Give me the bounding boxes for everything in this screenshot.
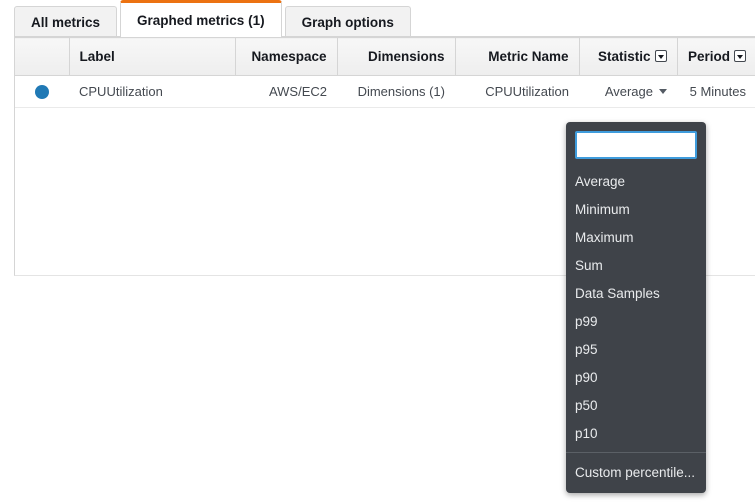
table-row[interactable]: CPUUtilization AWS/EC2 Dimensions (1) CP… [15,76,755,108]
tab-bar: All metrics Graphed metrics (1) Graph op… [0,0,755,37]
tab-graph-options[interactable]: Graph options [285,6,411,37]
column-header-label: Label [69,38,235,76]
dropdown-separator [566,452,706,453]
statistic-option-label: p90 [575,370,598,385]
cloudwatch-graphed-metrics-panel: All metrics Graphed metrics (1) Graph op… [0,0,755,503]
statistic-custom-percentile-option[interactable]: Custom percentile... [566,457,706,487]
statistic-custom-percentile-label: Custom percentile... [575,465,695,480]
tab-all-metrics[interactable]: All metrics [14,6,117,37]
statistic-option-label: p95 [575,342,598,357]
statistic-dropdown-menu: Average Minimum Maximum Sum Data Samples… [566,122,706,493]
statistic-option-p99[interactable]: p99 [566,307,706,335]
row-color-marker-cell[interactable] [15,76,69,108]
column-header-statistic[interactable]: Statistic [579,38,677,76]
statistic-option-label: p10 [575,426,598,441]
statistic-option-list: Average Minimum Maximum Sum Data Samples… [566,167,706,447]
column-header-statistic-text: Statistic [598,49,651,64]
column-header-namespace: Namespace [235,38,337,76]
column-header-namespace-text: Namespace [251,49,326,64]
statistic-option-average[interactable]: Average [566,167,706,195]
statistic-option-p95[interactable]: p95 [566,335,706,363]
column-header-metric-name: Metric Name [455,38,579,76]
column-header-dimensions: Dimensions [337,38,455,76]
statistic-search-input[interactable] [575,131,697,159]
tab-graph-options-label: Graph options [302,15,394,30]
statistic-option-p90[interactable]: p90 [566,363,706,391]
statistic-option-maximum[interactable]: Maximum [566,223,706,251]
tab-graphed-metrics[interactable]: Graphed metrics (1) [120,0,282,37]
period-column-dropdown-icon[interactable] [734,50,746,62]
statistic-option-p10[interactable]: p10 [566,419,706,447]
statistic-option-label: Average [575,174,625,189]
table-header-row: Label Namespace Dimensions Metric Name S… [15,38,755,76]
cell-namespace: AWS/EC2 [235,76,337,108]
cell-dimensions[interactable]: Dimensions (1) [337,76,455,108]
cell-label[interactable]: CPUUtilization [69,76,235,108]
chevron-down-icon [659,89,667,94]
statistic-option-data-samples[interactable]: Data Samples [566,279,706,307]
tab-graphed-metrics-label: Graphed metrics (1) [137,13,265,28]
statistic-option-label: p50 [575,398,598,413]
cell-statistic[interactable]: Average [579,76,677,108]
statistic-option-label: Maximum [575,230,634,245]
statistic-option-p50[interactable]: p50 [566,391,706,419]
metrics-table-header: Label Namespace Dimensions Metric Name S… [15,38,755,76]
column-header-marker [15,38,69,76]
statistic-option-label: p99 [575,314,598,329]
column-header-dimensions-text: Dimensions [368,49,445,64]
column-header-metric-name-text: Metric Name [488,49,568,64]
statistic-option-sum[interactable]: Sum [566,251,706,279]
metric-color-marker-icon[interactable] [35,85,49,99]
cell-period[interactable]: 5 Minutes [677,76,755,108]
column-header-label-text: Label [80,49,115,64]
statistic-option-label: Sum [575,258,603,273]
tab-all-metrics-label: All metrics [31,15,100,30]
statistic-value-label: Average [605,84,653,99]
statistic-option-label: Data Samples [575,286,660,301]
statistic-column-dropdown-icon[interactable] [655,50,667,62]
column-header-period-text: Period [688,49,730,64]
statistic-search-container [566,131,706,167]
column-header-period[interactable]: Period [677,38,755,76]
metrics-table: Label Namespace Dimensions Metric Name S… [15,37,755,108]
cell-metric-name: CPUUtilization [455,76,579,108]
metrics-table-body: CPUUtilization AWS/EC2 Dimensions (1) CP… [15,76,755,108]
statistic-option-label: Minimum [575,202,630,217]
statistic-dropdown-trigger[interactable]: Average [605,84,667,99]
statistic-option-minimum[interactable]: Minimum [566,195,706,223]
